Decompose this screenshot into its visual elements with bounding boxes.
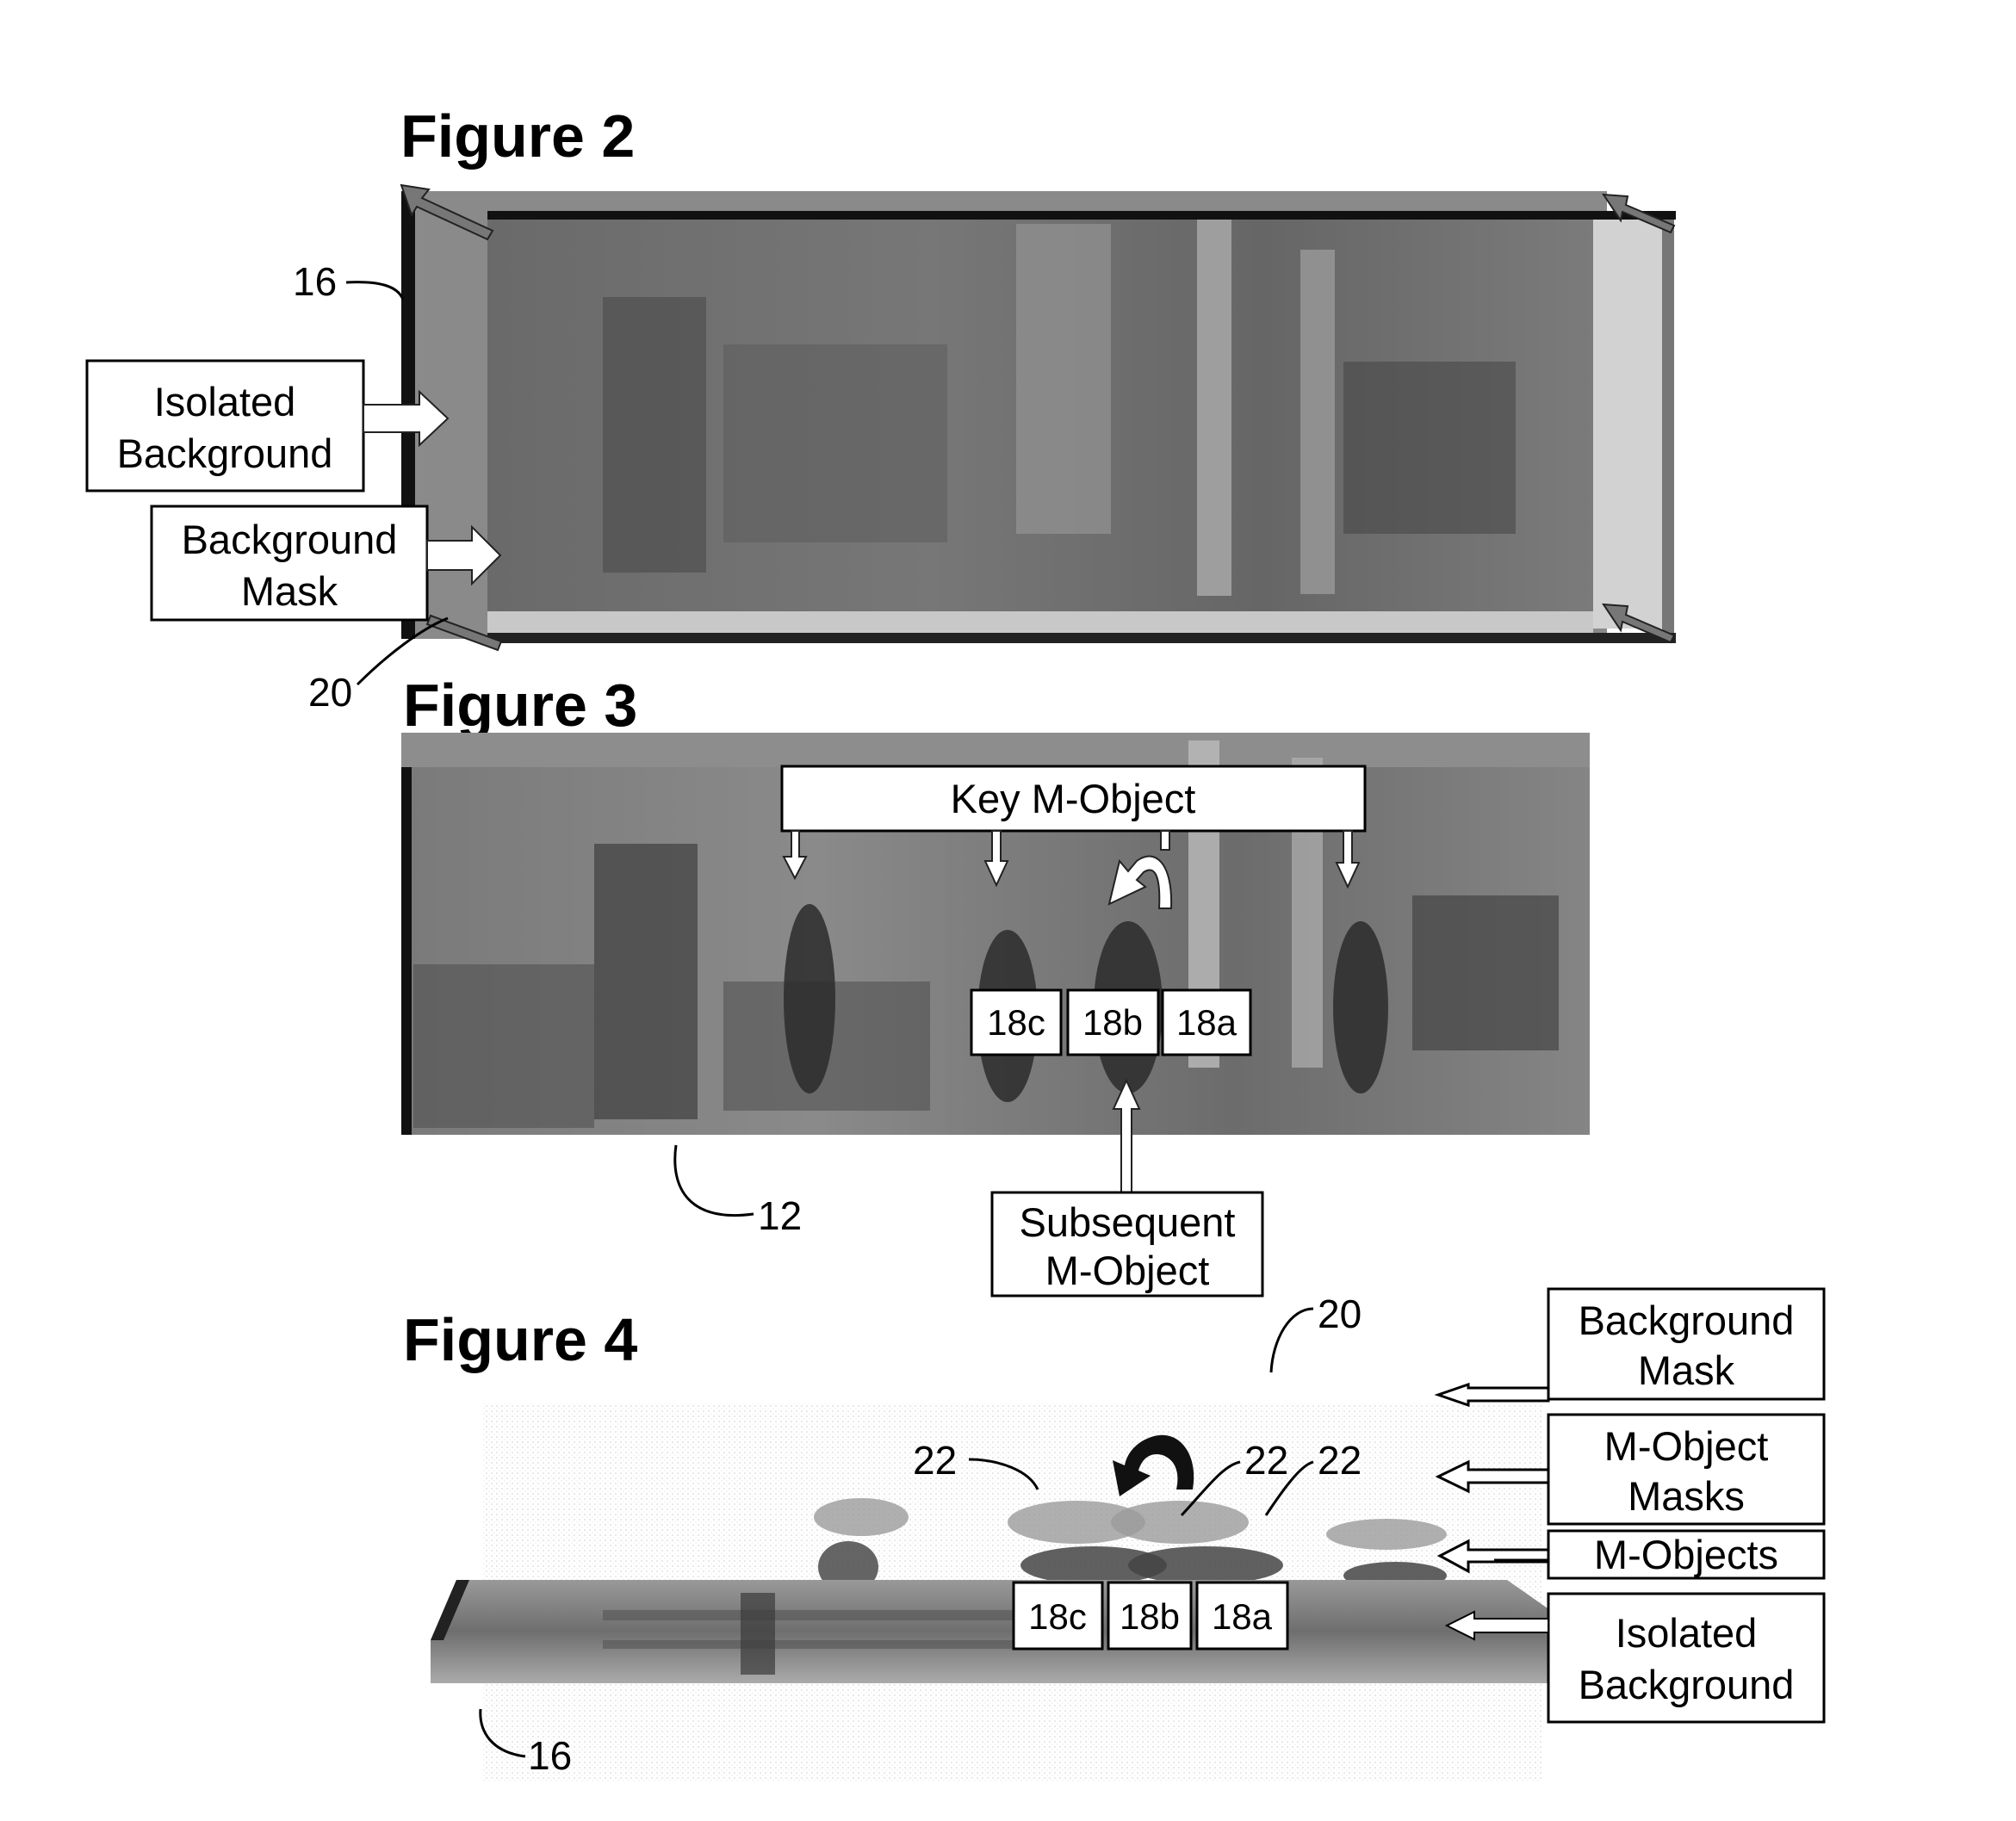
isolated-background-image bbox=[431, 1580, 1550, 1683]
frame-bottom-light bbox=[487, 611, 1593, 633]
m-objects-label: M-Objects bbox=[1594, 1532, 1778, 1577]
m-object-mask bbox=[814, 1498, 909, 1536]
ref-20-leader-line bbox=[1269, 1307, 1314, 1373]
scene-carriage bbox=[1343, 362, 1516, 534]
frame-left-edge bbox=[401, 766, 412, 1135]
m-object-mask bbox=[1111, 1501, 1249, 1544]
scene-carriage bbox=[1412, 895, 1559, 1050]
frame-right-edge bbox=[1662, 217, 1674, 643]
figure-4-object-tags: 18c 18b 18a bbox=[1012, 1581, 1289, 1651]
figure-2-title: Figure 2 bbox=[400, 102, 635, 170]
m-object-mask bbox=[1326, 1519, 1447, 1550]
isolated-background-callout: Isolated Background bbox=[85, 359, 450, 492]
figure-2: Figure 2 Isolated Background Background … bbox=[85, 102, 1676, 715]
ref-numeral-20: 20 bbox=[1318, 1291, 1362, 1336]
isolated-background-label-line2: Background bbox=[117, 430, 333, 476]
ref-16-leader-line bbox=[345, 281, 405, 300]
tag-18a: 18a bbox=[1176, 1002, 1238, 1043]
tag-18c: 18c bbox=[1028, 1596, 1087, 1637]
scene-pillar bbox=[1300, 250, 1335, 594]
isolated-background-label-line1: Isolated bbox=[1616, 1610, 1758, 1656]
figure-3-object-tags: 18c 18b 18a bbox=[970, 988, 1252, 1056]
person-silhouette bbox=[1333, 921, 1388, 1093]
patent-figures-canvas: Figure 2 Isolated Background Background … bbox=[85, 102, 1826, 1782]
scene-fence-line bbox=[603, 1610, 1051, 1620]
scene-fence bbox=[413, 964, 594, 1128]
ref-numeral-20: 20 bbox=[308, 670, 352, 715]
figure-4: Figure 4 18c 18b 18a 20 22 22 22 16 Back… bbox=[403, 1287, 1826, 1782]
ref-numeral-22: 22 bbox=[1244, 1438, 1288, 1483]
figure-2-layer-stack bbox=[400, 183, 1676, 652]
tag-18a: 18a bbox=[1212, 1596, 1273, 1637]
background-mask-right-panel bbox=[1593, 217, 1662, 629]
scene-building bbox=[1016, 224, 1111, 534]
figure-3-title: Figure 3 bbox=[403, 672, 637, 739]
ref-numeral-12: 12 bbox=[758, 1193, 802, 1238]
ref-numeral-16: 16 bbox=[293, 259, 337, 304]
background-mask-label-line1: Background bbox=[1579, 1298, 1795, 1343]
background-mask-label-line1: Background bbox=[182, 517, 398, 562]
scene-door bbox=[741, 1593, 775, 1675]
tag-18b: 18b bbox=[1082, 1002, 1143, 1043]
tag-18b: 18b bbox=[1120, 1596, 1180, 1637]
scene-pillar bbox=[1197, 217, 1231, 596]
frame-top-border bbox=[487, 211, 1676, 220]
m-object bbox=[1128, 1546, 1283, 1584]
ref-numeral-22: 22 bbox=[913, 1438, 957, 1483]
m-object-masks-label-line1: M-Object bbox=[1604, 1423, 1769, 1469]
subsequent-m-object-label-line2: M-Object bbox=[1045, 1248, 1210, 1293]
scene-wall bbox=[723, 344, 947, 542]
person-silhouette bbox=[784, 904, 835, 1093]
isolated-background-label-line2: Background bbox=[1579, 1662, 1795, 1707]
arrow-icon bbox=[1434, 1382, 1550, 1408]
frame-sky bbox=[401, 733, 1590, 767]
curved-arrow-stem bbox=[1160, 830, 1170, 851]
background-mask-label-line2: Mask bbox=[1638, 1347, 1735, 1393]
isolated-background-slab bbox=[431, 1580, 1550, 1683]
tag-18c: 18c bbox=[987, 1002, 1045, 1043]
m-object-masks-label-line2: Masks bbox=[1628, 1473, 1745, 1519]
scene-door bbox=[594, 844, 698, 1119]
frame-bottom-border bbox=[487, 633, 1676, 643]
figure-3: Figure 3 Key M-Object 18c 18b 18a Subseq… bbox=[401, 672, 1590, 1298]
scene-door bbox=[603, 297, 706, 573]
ref-12-leader-line bbox=[673, 1144, 754, 1217]
scene-fence-line bbox=[603, 1640, 1051, 1649]
subsequent-m-object-label-line1: Subsequent bbox=[1020, 1199, 1236, 1245]
figure-4-title: Figure 4 bbox=[403, 1306, 637, 1373]
ref-numeral-22: 22 bbox=[1318, 1438, 1362, 1483]
ref-numeral-16: 16 bbox=[528, 1733, 572, 1778]
isolated-background-label-line1: Isolated bbox=[154, 379, 296, 424]
key-m-object-label: Key M-Object bbox=[951, 776, 1196, 821]
background-mask-label-line2: Mask bbox=[241, 568, 338, 614]
